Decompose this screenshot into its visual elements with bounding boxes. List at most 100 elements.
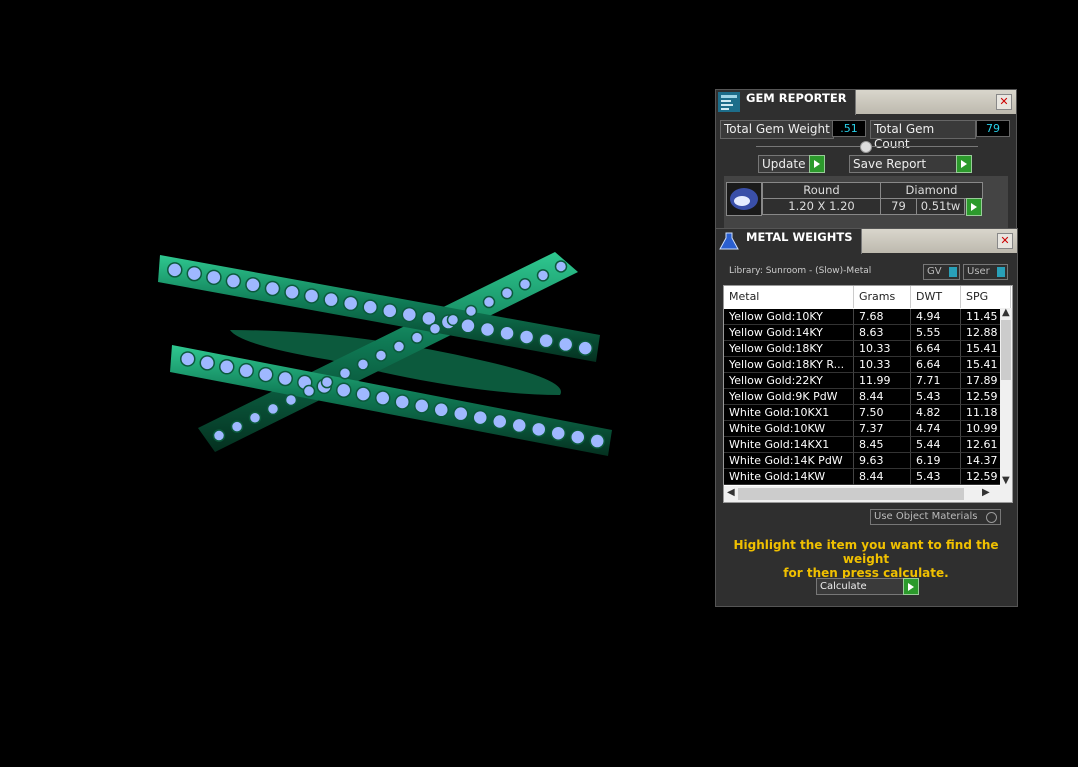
total-gem-count-value: 79	[976, 120, 1010, 137]
col-header-spg[interactable]: SPG	[961, 286, 1011, 308]
cell-metal: White Gold:14K PdW	[724, 453, 854, 469]
scroll-up-icon[interactable]: ▲	[1002, 307, 1010, 318]
table-row[interactable]: White Gold:10KW 7.37 4.74 10.99	[724, 421, 1011, 437]
metal-weights-titlebar[interactable]: METAL WEIGHTS ✕	[716, 229, 1017, 254]
table-row[interactable]: Yellow Gold:18KY R... 10.33 6.64 15.41	[724, 357, 1011, 373]
vertical-scrollbar[interactable]: ▲ ▼	[1000, 307, 1012, 486]
cell-metal: Yellow Gold:10KY	[724, 309, 854, 325]
gem-stone	[356, 358, 370, 371]
cell-dwt: 5.43	[911, 469, 961, 485]
save-report-button-label: Save Report	[853, 157, 927, 171]
horizontal-scroll-thumb[interactable]	[738, 488, 964, 500]
cell-metal: Yellow Gold:9K PdW	[724, 389, 854, 405]
cell-metal: White Gold:10KW	[724, 421, 854, 437]
cell-grams: 8.44	[854, 389, 911, 405]
gem-stone	[518, 278, 532, 291]
user-toggle[interactable]: User	[963, 264, 1008, 280]
table-row[interactable]: Yellow Gold:18KY 10.33 6.64 15.41	[724, 341, 1011, 357]
cell-dwt: 4.74	[911, 421, 961, 437]
col-header-metal[interactable]: Metal	[724, 286, 854, 308]
gem-stone	[167, 262, 183, 278]
gem-stone	[394, 394, 410, 410]
table-row[interactable]: Yellow Gold:10KY 7.68 4.94 11.45	[724, 309, 1011, 325]
cell-metal: Yellow Gold:18KY	[724, 341, 854, 357]
table-row[interactable]: White Gold:14KW 8.44 5.43 12.59	[724, 469, 1011, 485]
gem-reporter-panel: GEM REPORTER ✕ Total Gem Weight .51 Tota…	[715, 89, 1017, 231]
cell-dwt: 5.55	[911, 325, 961, 341]
gem-weight-value: 0.51tw	[916, 198, 965, 215]
gem-type-header: Diamond	[880, 182, 983, 199]
gem-stone	[355, 386, 371, 402]
gem-stone	[554, 260, 568, 273]
gem-stone	[499, 325, 515, 341]
gem-stone	[531, 421, 547, 438]
gem-stone	[428, 322, 442, 335]
horizontal-scrollbar[interactable]: ◀ ▶	[724, 486, 1012, 502]
gem-stone	[433, 402, 449, 418]
cell-dwt: 4.94	[911, 309, 961, 325]
scroll-down-icon[interactable]: ▼	[1002, 475, 1010, 486]
save-report-button[interactable]: Save Report	[849, 155, 972, 173]
user-label: User	[967, 266, 990, 277]
cell-metal: White Gold:14KW	[724, 469, 854, 485]
calculate-button[interactable]: Calculate	[816, 578, 919, 595]
use-object-materials-dropdown[interactable]: Use Object Materials	[870, 509, 1001, 525]
vertical-scroll-thumb[interactable]	[1001, 320, 1011, 380]
gem-stone	[320, 375, 334, 389]
gem-stone	[472, 409, 488, 426]
round-diamond-icon[interactable]	[726, 182, 762, 216]
col-header-grams[interactable]: Grams	[854, 286, 911, 308]
update-button-label: Update	[762, 157, 806, 171]
gem-stone	[518, 329, 535, 345]
gem-stone	[453, 405, 469, 422]
metal-weights-table[interactable]: Metal Grams DWT SPG Yellow Gold:10KY 7.68…	[723, 285, 1013, 503]
cell-grams: 7.50	[854, 405, 911, 421]
gv-toggle[interactable]: GV	[923, 264, 960, 280]
gem-stone	[460, 318, 476, 334]
gem-stone	[479, 321, 496, 338]
gem-stone	[199, 355, 215, 371]
gem-reporter-close-icon[interactable]: ✕	[996, 94, 1012, 110]
metal-weights-close-icon[interactable]: ✕	[997, 233, 1013, 249]
gem-stone	[225, 273, 242, 289]
gem-stone	[186, 265, 203, 282]
gem-stone	[500, 286, 514, 300]
gem-stone	[374, 349, 388, 362]
gem-stone	[589, 433, 605, 449]
cell-dwt: 6.64	[911, 357, 961, 373]
scroll-left-icon[interactable]: ◀	[727, 487, 735, 498]
splitter-handle[interactable]	[860, 141, 872, 153]
update-play-icon	[809, 155, 825, 173]
cell-grams: 8.63	[854, 325, 911, 341]
gem-count-value: 79	[880, 198, 917, 215]
cell-grams: 10.33	[854, 357, 911, 373]
save-report-play-icon	[956, 155, 972, 173]
cell-metal: Yellow Gold:18KY R...	[724, 357, 854, 373]
scroll-right-icon[interactable]: ▶	[982, 487, 990, 498]
cell-grams: 7.37	[854, 421, 911, 437]
cell-metal: White Gold:10KX1	[724, 405, 854, 421]
ring-viewport[interactable]	[0, 0, 700, 763]
metal-flask-icon	[719, 232, 739, 250]
cell-dwt: 5.44	[911, 437, 961, 453]
table-row[interactable]: Yellow Gold:22KY 11.99 7.71 17.89	[724, 373, 1011, 389]
gem-stone	[446, 313, 460, 327]
cell-grams: 10.33	[854, 341, 911, 357]
gv-label: GV	[927, 266, 942, 277]
ring-render	[158, 252, 612, 456]
gem-stone	[550, 425, 566, 441]
cell-dwt: 7.71	[911, 373, 961, 389]
gem-stone	[219, 359, 235, 375]
update-button[interactable]: Update	[758, 155, 825, 173]
table-row[interactable]: Yellow Gold:9K PdW 8.44 5.43 12.59	[724, 389, 1011, 405]
table-row[interactable]: White Gold:14KX1 8.45 5.44 12.61	[724, 437, 1011, 453]
gem-stone	[266, 402, 280, 416]
table-row[interactable]: Yellow Gold:14KY 8.63 5.55 12.88	[724, 325, 1011, 341]
gem-stone	[342, 295, 359, 312]
gem-reporter-titlebar[interactable]: GEM REPORTER ✕	[716, 90, 1016, 115]
table-row[interactable]: White Gold:14K PdW 9.63 6.19 14.37	[724, 453, 1011, 469]
gem-row-go-button[interactable]	[966, 198, 982, 216]
col-header-dwt[interactable]: DWT	[911, 286, 961, 308]
gem-list: Round Diamond 1.20 X 1.20 79 0.51tw	[724, 176, 1008, 228]
table-row[interactable]: White Gold:10KX1 7.50 4.82 11.18	[724, 405, 1011, 421]
